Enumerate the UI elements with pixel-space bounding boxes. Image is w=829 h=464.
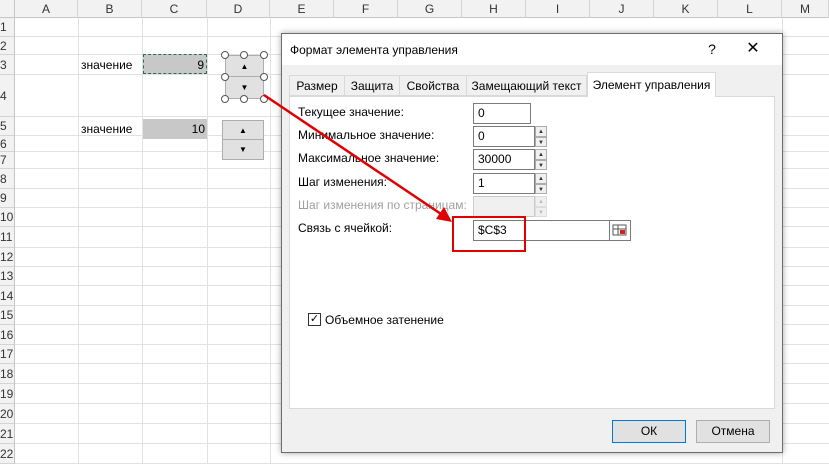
cell-c3-linked[interactable]: 9 [143, 54, 207, 74]
spinner-down-button[interactable]: ▼ [223, 140, 263, 159]
resize-handle[interactable] [240, 51, 248, 59]
resize-handle[interactable] [260, 95, 268, 103]
row-header[interactable]: 6 [0, 136, 15, 152]
grid-line [142, 18, 143, 464]
row-header[interactable]: 21 [0, 424, 15, 444]
spinner-control[interactable]: ▲ ▼ [222, 120, 264, 160]
step-field[interactable]: 1 [473, 173, 535, 194]
step-stepper[interactable]: ▲ ▼ [535, 173, 547, 194]
tab-size[interactable]: Размер [289, 75, 345, 96]
row-header[interactable]: 12 [0, 248, 15, 267]
grid-line [270, 18, 271, 464]
row-header[interactable]: 17 [0, 345, 15, 364]
row-header[interactable]: 4 [0, 75, 15, 117]
cell-c5[interactable]: 10 [143, 119, 207, 139]
step-label: Шаг изменения: [298, 175, 387, 189]
row-header[interactable]: 13 [0, 267, 15, 286]
row-header[interactable]: 3 [0, 55, 15, 75]
shading-label: Объемное затенение [325, 313, 444, 327]
row-header[interactable]: 5 [0, 117, 15, 136]
col-header-e[interactable]: E [270, 0, 334, 18]
resize-handle[interactable] [221, 73, 229, 81]
row-header[interactable]: 9 [0, 189, 15, 208]
col-header-h[interactable]: H [462, 0, 526, 18]
grid-line [207, 18, 208, 464]
row-header[interactable]: 8 [0, 169, 15, 189]
resize-handle[interactable] [240, 95, 248, 103]
control-tab-panel: Текущее значение: 0 Минимальное значение… [289, 96, 775, 409]
col-header-g[interactable]: G [398, 0, 462, 18]
cell-link-highlight-box [452, 216, 526, 252]
help-button[interactable]: ? [701, 39, 723, 59]
col-header-c[interactable]: C [142, 0, 207, 18]
min-value-label: Минимальное значение: [298, 128, 435, 142]
col-header-i[interactable]: I [526, 0, 590, 18]
row-header[interactable]: 19 [0, 384, 15, 404]
current-value-field[interactable]: 0 [473, 103, 531, 124]
max-value-stepper[interactable]: ▲ ▼ [535, 149, 547, 170]
row-header[interactable]: 2 [0, 37, 15, 55]
col-header-l[interactable]: L [718, 0, 782, 18]
row-header[interactable]: 14 [0, 286, 15, 306]
cell-b5[interactable]: значение [81, 121, 132, 137]
current-value-label: Текущее значение: [298, 105, 404, 119]
col-header-a[interactable]: A [15, 0, 78, 18]
resize-handle[interactable] [221, 95, 229, 103]
tab-properties[interactable]: Свойства [399, 75, 467, 96]
tab-protection[interactable]: Защита [344, 75, 400, 96]
max-value-field[interactable]: 30000 [473, 149, 535, 170]
range-picker-button[interactable] [610, 220, 631, 241]
row-header[interactable]: 16 [0, 325, 15, 345]
page-step-label: Шаг изменения по страницам: [298, 198, 467, 212]
cell-link-label: Связь с ячейкой: [298, 221, 393, 235]
spinner-up-button[interactable]: ▲ [226, 56, 263, 77]
col-header-j[interactable]: J [590, 0, 654, 18]
resize-handle[interactable] [221, 51, 229, 59]
col-header-k[interactable]: K [654, 0, 718, 18]
resize-handle[interactable] [260, 73, 268, 81]
tab-control[interactable]: Элемент управления [587, 72, 716, 97]
cell-b3[interactable]: значение [81, 57, 132, 73]
row-header[interactable]: 10 [0, 208, 15, 227]
min-value-stepper[interactable]: ▲ ▼ [535, 126, 547, 147]
cancel-button[interactable]: Отмена [696, 420, 770, 443]
spinner-up-button[interactable]: ▲ [223, 121, 263, 140]
row-header[interactable]: 7 [0, 152, 15, 169]
dialog-title: Формат элемента управления [290, 43, 458, 57]
col-header-b[interactable]: B [78, 0, 142, 18]
ok-button[interactable]: ОК [612, 420, 686, 443]
page-step-field [473, 196, 535, 217]
col-header-d[interactable]: D [207, 0, 270, 18]
row-header[interactable]: 20 [0, 404, 15, 424]
row-header[interactable]: 1 [0, 18, 15, 37]
row-header[interactable]: 15 [0, 306, 15, 325]
shading-checkbox[interactable]: ✓ [308, 313, 321, 326]
col-header-f[interactable]: F [334, 0, 398, 18]
row-header[interactable]: 22 [0, 444, 15, 464]
col-header-m[interactable]: M [782, 0, 829, 18]
select-all-corner[interactable] [0, 0, 15, 18]
tab-alt-text[interactable]: Замещающий текст [466, 75, 587, 96]
grid-line [78, 18, 79, 464]
spinner-control-selected[interactable]: ▲ ▼ [225, 55, 264, 99]
page-step-stepper: ▲ ▼ [535, 196, 547, 217]
row-header[interactable]: 18 [0, 364, 15, 384]
format-control-dialog: Формат элемента управления ? ✕ Размер За… [281, 33, 783, 453]
resize-handle[interactable] [260, 51, 268, 59]
close-button[interactable]: ✕ [742, 39, 764, 59]
max-value-label: Максимальное значение: [298, 151, 440, 165]
dialog-titlebar[interactable]: Формат элемента управления ? ✕ [282, 34, 782, 65]
range-picker-icon [612, 224, 627, 236]
row-header[interactable]: 11 [0, 227, 15, 248]
min-value-field[interactable]: 0 [473, 126, 535, 147]
